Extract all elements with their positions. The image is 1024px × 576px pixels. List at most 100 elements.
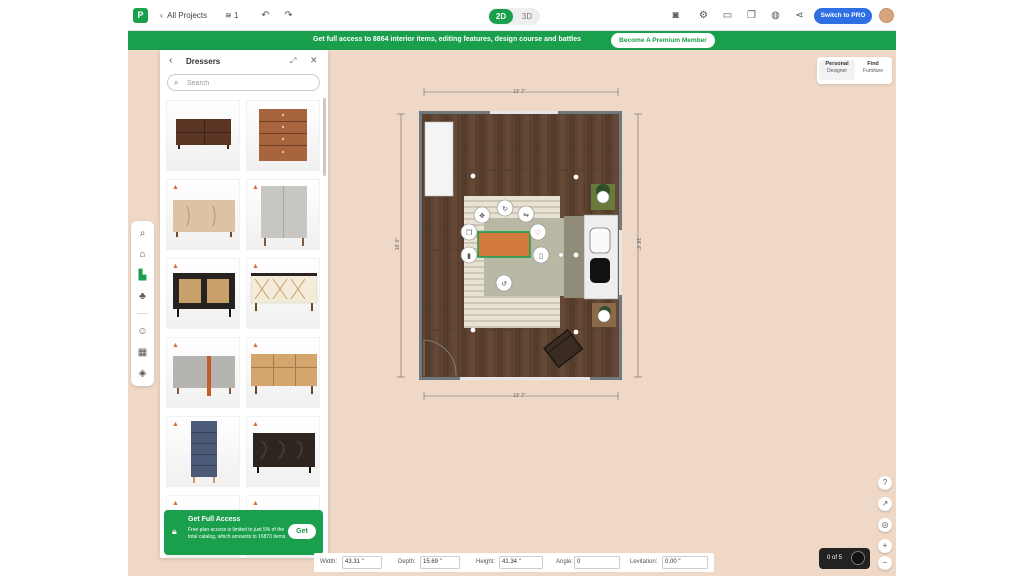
share-icon[interactable]: ⋖ bbox=[794, 10, 805, 21]
mode-2d-button[interactable]: 2D bbox=[489, 9, 513, 24]
catalog-card-blue-tall-chest[interactable]: ▲ bbox=[166, 416, 240, 487]
paint-icon: ▮ bbox=[467, 252, 471, 260]
window-right bbox=[619, 230, 622, 295]
favorite-icon: ♡ bbox=[535, 229, 541, 237]
furniture-icon[interactable]: ▙ bbox=[136, 269, 149, 282]
settings-icon[interactable]: ⚙ bbox=[698, 10, 709, 21]
lock-icon: ▲ bbox=[252, 342, 259, 349]
designer-view-switch: Personal Designer Find Furniture bbox=[817, 57, 892, 84]
dimension-right: 18' 6" bbox=[635, 237, 642, 251]
catalog-card-grey-orange-sideboard[interactable]: ▲ bbox=[166, 337, 240, 408]
lock-icon: ▲ bbox=[252, 421, 259, 428]
panel-title: Dressers bbox=[186, 57, 221, 66]
angle-label: Angle: bbox=[556, 559, 574, 565]
get-access-button[interactable]: Get bbox=[288, 524, 316, 539]
zoom-out-icon[interactable]: − bbox=[878, 556, 892, 570]
angle-field[interactable]: 0 bbox=[574, 556, 620, 569]
undo-icon[interactable]: ↶ bbox=[260, 10, 271, 21]
back-to-projects-link[interactable]: ‹ All Projects bbox=[160, 10, 207, 22]
depth-field[interactable]: 15.69 " bbox=[420, 556, 460, 569]
copy-icon[interactable]: ❐ bbox=[746, 10, 757, 21]
search-box: ⌕ bbox=[167, 74, 320, 91]
personal-designer-tab[interactable]: Personal Designer bbox=[819, 60, 855, 80]
close-icon[interactable]: ✕ bbox=[310, 55, 318, 66]
dimension-left: 18' 6" bbox=[395, 237, 402, 251]
locate-icon[interactable]: ◎ bbox=[878, 518, 892, 532]
window-bottom bbox=[460, 377, 590, 380]
lock-icon: 🔒︎ bbox=[172, 526, 177, 536]
copy-item-icon: ❐ bbox=[466, 229, 472, 237]
lock-icon: ▲ bbox=[172, 421, 179, 428]
window-top bbox=[490, 111, 558, 114]
access-description: Free plan access is limited to just 5% o… bbox=[188, 527, 287, 540]
catalog-card-beige-sideboard[interactable]: ▲ bbox=[166, 179, 240, 250]
promo-text: Get full access to 8864 interior items, … bbox=[313, 36, 582, 43]
item-properties-bar: Width: 43.31 " Depth: 15.69 " Height: 41… bbox=[314, 553, 714, 572]
flip-icon: ⇋ bbox=[523, 211, 529, 219]
app-logo[interactable]: P bbox=[133, 8, 148, 23]
globe-icon[interactable]: ◍ bbox=[770, 10, 781, 21]
zoom-in-icon[interactable]: + bbox=[878, 539, 892, 553]
chevron-left-icon[interactable]: ‹ bbox=[169, 55, 172, 66]
lock-icon: ▲ bbox=[252, 184, 259, 191]
mode-3d-button[interactable]: 3D bbox=[515, 9, 539, 24]
left-tool-strip: ⌕ ⌂ ▙ ♣ ☺ ▦ ◈ bbox=[131, 221, 154, 386]
search-icon: ⌕ bbox=[174, 78, 179, 87]
people-icon[interactable]: ☺ bbox=[136, 325, 149, 338]
plant-bottom-right[interactable] bbox=[592, 303, 616, 327]
furniture-grid: ▲ ▲ ▲ ▲ ▲ ▲ ▲ ▲ ▲ ▲ bbox=[166, 100, 322, 558]
chest-thumbnail bbox=[259, 109, 307, 161]
search-icon[interactable]: ⌕ bbox=[136, 227, 149, 240]
levitation-field[interactable]: 0.00 " bbox=[662, 556, 708, 569]
tree-icon[interactable]: ♣ bbox=[136, 290, 149, 303]
layout-icon[interactable]: ▭ bbox=[722, 10, 733, 21]
promo-banner: Get full access to 8864 interior items, … bbox=[128, 31, 896, 50]
catalog-card-wood-sideboard[interactable]: ▲ bbox=[246, 337, 320, 408]
rotate-icon: ↻ bbox=[502, 205, 508, 213]
height-field[interactable]: 41.34 " bbox=[499, 556, 543, 569]
selected-dresser[interactable] bbox=[477, 231, 531, 258]
pager-dot bbox=[851, 551, 865, 565]
top-toolbar: P ‹ All Projects ≋ 1 ↶ ↷ 2D 3D ◙ ⚙ ▭ ❐ ◍… bbox=[128, 0, 896, 31]
gallery-icon[interactable]: ▦ bbox=[136, 346, 149, 359]
view-mode-toggle: 2D 3D bbox=[488, 8, 540, 25]
catalog-card-low-wood-dresser[interactable] bbox=[166, 100, 240, 171]
camera-icon[interactable]: ◙ bbox=[670, 10, 681, 21]
box-icon[interactable]: ◈ bbox=[136, 367, 149, 380]
pager-text: 0 of 5 bbox=[827, 555, 843, 561]
access-title: Get Full Access bbox=[188, 516, 241, 523]
find-furniture-tab[interactable]: Find Furniture bbox=[855, 61, 891, 75]
expand-icon[interactable]: ⤢ bbox=[290, 56, 296, 66]
lock-icon: ▲ bbox=[172, 500, 179, 507]
floors-selector[interactable]: ≋ 1 bbox=[225, 10, 238, 22]
home-icon[interactable]: ⌂ bbox=[136, 248, 149, 261]
catalog-card-grey-cabinet[interactable]: ▲ bbox=[246, 179, 320, 250]
wardrobe[interactable] bbox=[424, 121, 454, 197]
depth-label: Depth: bbox=[398, 559, 416, 565]
plant-top-right[interactable] bbox=[591, 184, 615, 210]
lock-icon: ▲ bbox=[172, 263, 179, 270]
get-full-access-popup: 🔒︎ Get Full Access Free plan access is l… bbox=[164, 510, 323, 555]
catalog-card-rattan-black-sideboard[interactable]: ▲ bbox=[166, 258, 240, 329]
dimension-bottom: 13' 7" bbox=[513, 393, 526, 399]
external-link-icon[interactable]: ↗ bbox=[878, 497, 892, 511]
redo-icon[interactable]: ↷ bbox=[283, 10, 294, 21]
delete-icon: ▯ bbox=[539, 252, 543, 260]
switch-to-pro-button[interactable]: Switch to PRO bbox=[814, 8, 872, 24]
become-premium-button[interactable]: Become A Premium Member bbox=[611, 33, 715, 48]
levitation-label: Levitation: bbox=[630, 559, 658, 565]
width-field[interactable]: 43.31 " bbox=[342, 556, 382, 569]
help-icon[interactable]: ? bbox=[878, 476, 892, 490]
catalog-card-white-x-sideboard[interactable]: ▲ bbox=[246, 258, 320, 329]
design-app: P ‹ All Projects ≋ 1 ↶ ↷ 2D 3D ◙ ⚙ ▭ ❐ ◍… bbox=[128, 0, 896, 576]
dresser-thumbnail bbox=[176, 119, 231, 149]
catalog-card-tall-wood-chest[interactable] bbox=[246, 100, 320, 171]
catalog-panel: ‹ Dressers ⤢ ✕ ⌕ Search ▲ ▲ ▲ ▲ ▲ ▲ ▲ ▲ … bbox=[160, 50, 328, 558]
panel-scrollbar[interactable] bbox=[323, 98, 326, 176]
tutorial-pager[interactable]: 0 of 5 bbox=[819, 548, 870, 569]
user-avatar[interactable] bbox=[879, 8, 894, 23]
lock-icon: ▲ bbox=[172, 342, 179, 349]
search-input[interactable] bbox=[187, 78, 313, 88]
dimension-top: 13' 7" bbox=[513, 89, 526, 95]
catalog-card-dark-carved-dresser[interactable]: ▲ bbox=[246, 416, 320, 487]
